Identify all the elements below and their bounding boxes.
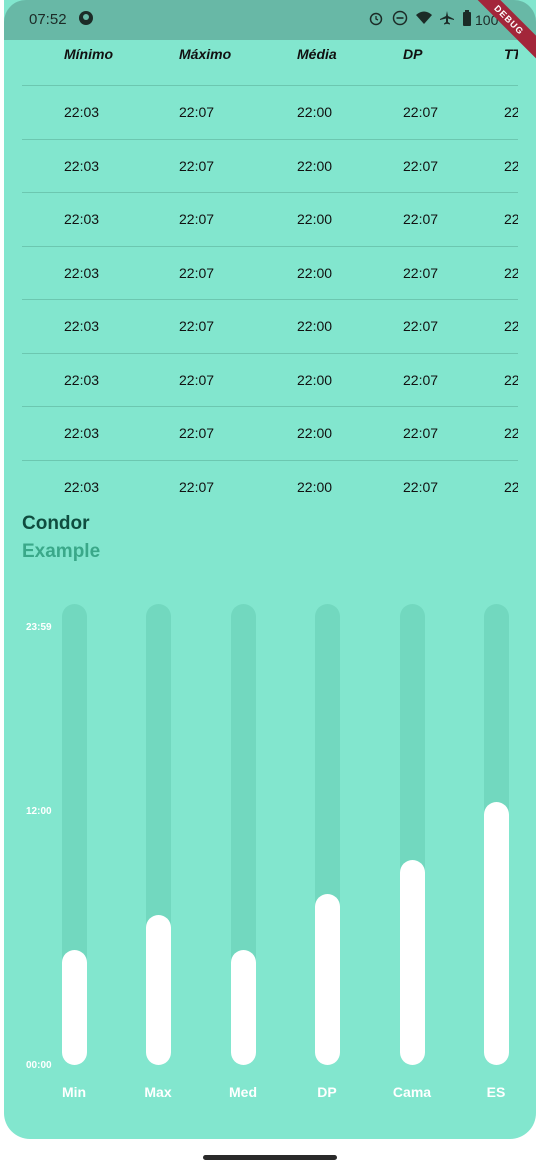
table-cell: 22:03: [64, 211, 100, 227]
status-bar: 07:52 100 DEBUG: [4, 0, 536, 65]
alarm-icon: [368, 10, 386, 28]
bar-med[interactable]: [231, 950, 256, 1065]
table-cell: 22: [504, 157, 518, 174]
table-cell: 22:07: [403, 478, 439, 495]
table-row: 22:03 22:07 22:00 22:07 22: [22, 461, 518, 499]
chart-subtitle: Example: [22, 541, 101, 562]
table-cell: 22:07: [179, 318, 215, 334]
table-cell: 22: [504, 264, 518, 281]
table-cell: 22:07: [179, 157, 215, 174]
table-cell: 22:03: [64, 478, 100, 495]
table-cell: 22:07: [179, 425, 215, 441]
table-cell: 22:07: [179, 371, 215, 388]
bar-track: [400, 604, 425, 1065]
y-tick-label: 12:00: [26, 806, 52, 817]
bar-min[interactable]: [62, 950, 87, 1065]
column-header-max: Máximo: [179, 46, 232, 62]
table-row: 22:03 22:07 22:00 22:07 22: [22, 86, 518, 140]
column-header-min: Mínimo: [64, 46, 113, 62]
bar-track: [484, 604, 509, 1065]
table-cell: 22:00: [297, 478, 333, 495]
table-cell: 22:00: [297, 157, 333, 174]
x-tick-label: Min: [61, 1084, 87, 1100]
x-tick-label: DP: [317, 1084, 337, 1100]
wifi-icon: [415, 10, 433, 28]
x-tick-label: ES: [486, 1084, 506, 1100]
table-cell: 22: [504, 371, 518, 388]
status-time: 07:52: [29, 11, 67, 28]
table-cell: 22:07: [403, 425, 439, 441]
table-cell: 22:03: [64, 371, 100, 388]
bar-track: [315, 604, 340, 1065]
table-cell: 22: [504, 318, 518, 334]
column-header-mean: Média: [297, 46, 337, 62]
table-cell: 22:07: [179, 211, 215, 227]
y-tick-label: 00:00: [26, 1060, 52, 1071]
table-row: 22:03 22:07 22:00 22:07 22: [22, 193, 518, 247]
table-header: Mínimo Máximo Média DP TT: [22, 40, 518, 86]
table-cell: 22:00: [297, 211, 333, 227]
table-cell: 22:07: [403, 104, 439, 120]
bar-track: [146, 604, 171, 1065]
table-cell: 22:07: [179, 478, 215, 495]
x-tick-label: Med: [229, 1084, 257, 1100]
table-cell: 22:07: [403, 318, 439, 334]
table-row: 22:03 22:07 22:00 22:07 22: [22, 247, 518, 300]
x-tick-label: Cama: [392, 1084, 432, 1100]
table-cell: 22:00: [297, 371, 333, 388]
bar-es[interactable]: [484, 802, 509, 1065]
table-cell: 22:07: [179, 104, 215, 120]
data-table[interactable]: Mínimo Máximo Média DP TT 22:0322:0722:0…: [22, 40, 518, 498]
y-tick-label: 23:59: [26, 622, 52, 633]
table-cell: 22:00: [297, 318, 333, 334]
table-cell: 22:07: [403, 211, 439, 227]
column-header-sd: DP: [403, 46, 423, 62]
table-cell: 22:03: [64, 318, 100, 334]
table-cell: 22: [504, 211, 518, 227]
do-not-disturb-icon: [392, 10, 410, 28]
column-header-tt: TT: [504, 46, 518, 62]
table-cell: 22:03: [64, 104, 100, 120]
table-cell: 22: [504, 478, 518, 495]
table-cell: 22:00: [297, 264, 333, 281]
table-row: 22:03 22:07 22:00 22:07 22: [22, 140, 518, 193]
app-notification-icon: [78, 10, 96, 28]
table-cell: 22:00: [297, 425, 333, 441]
table-cell: 22:07: [403, 371, 439, 388]
table-cell: 22:03: [64, 425, 100, 441]
x-tick-label: Max: [144, 1084, 172, 1100]
table-cell: 22: [504, 104, 518, 120]
bar-max[interactable]: [146, 915, 171, 1065]
chart-title: Condor: [22, 513, 90, 534]
table-cell: 22:03: [64, 264, 100, 281]
table-cell: 22:07: [403, 264, 439, 281]
gesture-nav-handle[interactable]: [203, 1155, 337, 1160]
table-cell: 22:00: [297, 104, 333, 120]
table-row: 22:03 22:07 22:00 22:07 22: [22, 300, 518, 354]
table-cell: 22:07: [179, 264, 215, 281]
bar-track: [62, 604, 87, 1065]
bar-dp[interactable]: [315, 894, 340, 1065]
table-row: 22:03 22:07 22:00 22:07 22: [22, 407, 518, 461]
bar-track: [231, 604, 256, 1065]
airplane-mode-icon: [439, 10, 457, 28]
table-cell: 22:03: [64, 157, 100, 174]
table-row: 22:03 22:07 22:00 22:07 22: [22, 354, 518, 407]
app-screen: 07:52 100 DEBUG Mínimo Máximo Média DP T…: [4, 0, 536, 1139]
bar-cama[interactable]: [400, 860, 425, 1065]
table-cell: 22: [504, 425, 518, 441]
table-cell: 22:07: [403, 157, 439, 174]
